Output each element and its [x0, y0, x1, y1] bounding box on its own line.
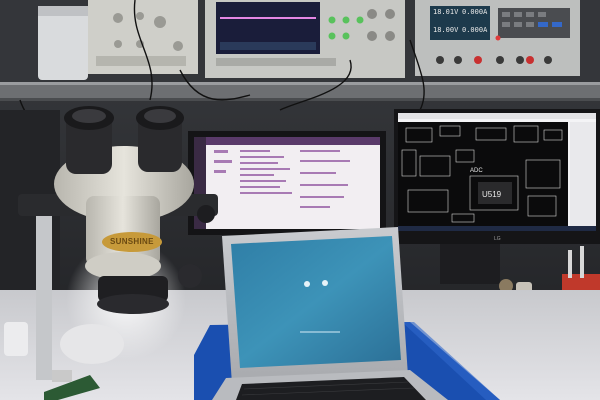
psu-line1: 18.01V: [433, 8, 459, 16]
psu-line4: 0.000A: [462, 26, 488, 34]
white-container: [38, 6, 88, 80]
laptop-screen: [231, 236, 401, 368]
right-monitor-logo: LG: [494, 236, 501, 242]
microscope-stand-pole: [36, 200, 52, 380]
pcb-header-label: ADC: [470, 168, 483, 174]
microscope-brand: SUNSHINE: [110, 237, 154, 246]
workbench-scene: [0, 0, 600, 400]
workbench-photo: 18.01V 0.000A 18.00V 0.000A SUNSHINE U51…: [0, 0, 600, 400]
pcb-chip-label: U519: [482, 190, 502, 199]
pcb-schematic-view: [398, 122, 568, 226]
psu-line2: 0.000A: [462, 8, 488, 16]
psu-line3: 18.00V: [433, 26, 459, 34]
